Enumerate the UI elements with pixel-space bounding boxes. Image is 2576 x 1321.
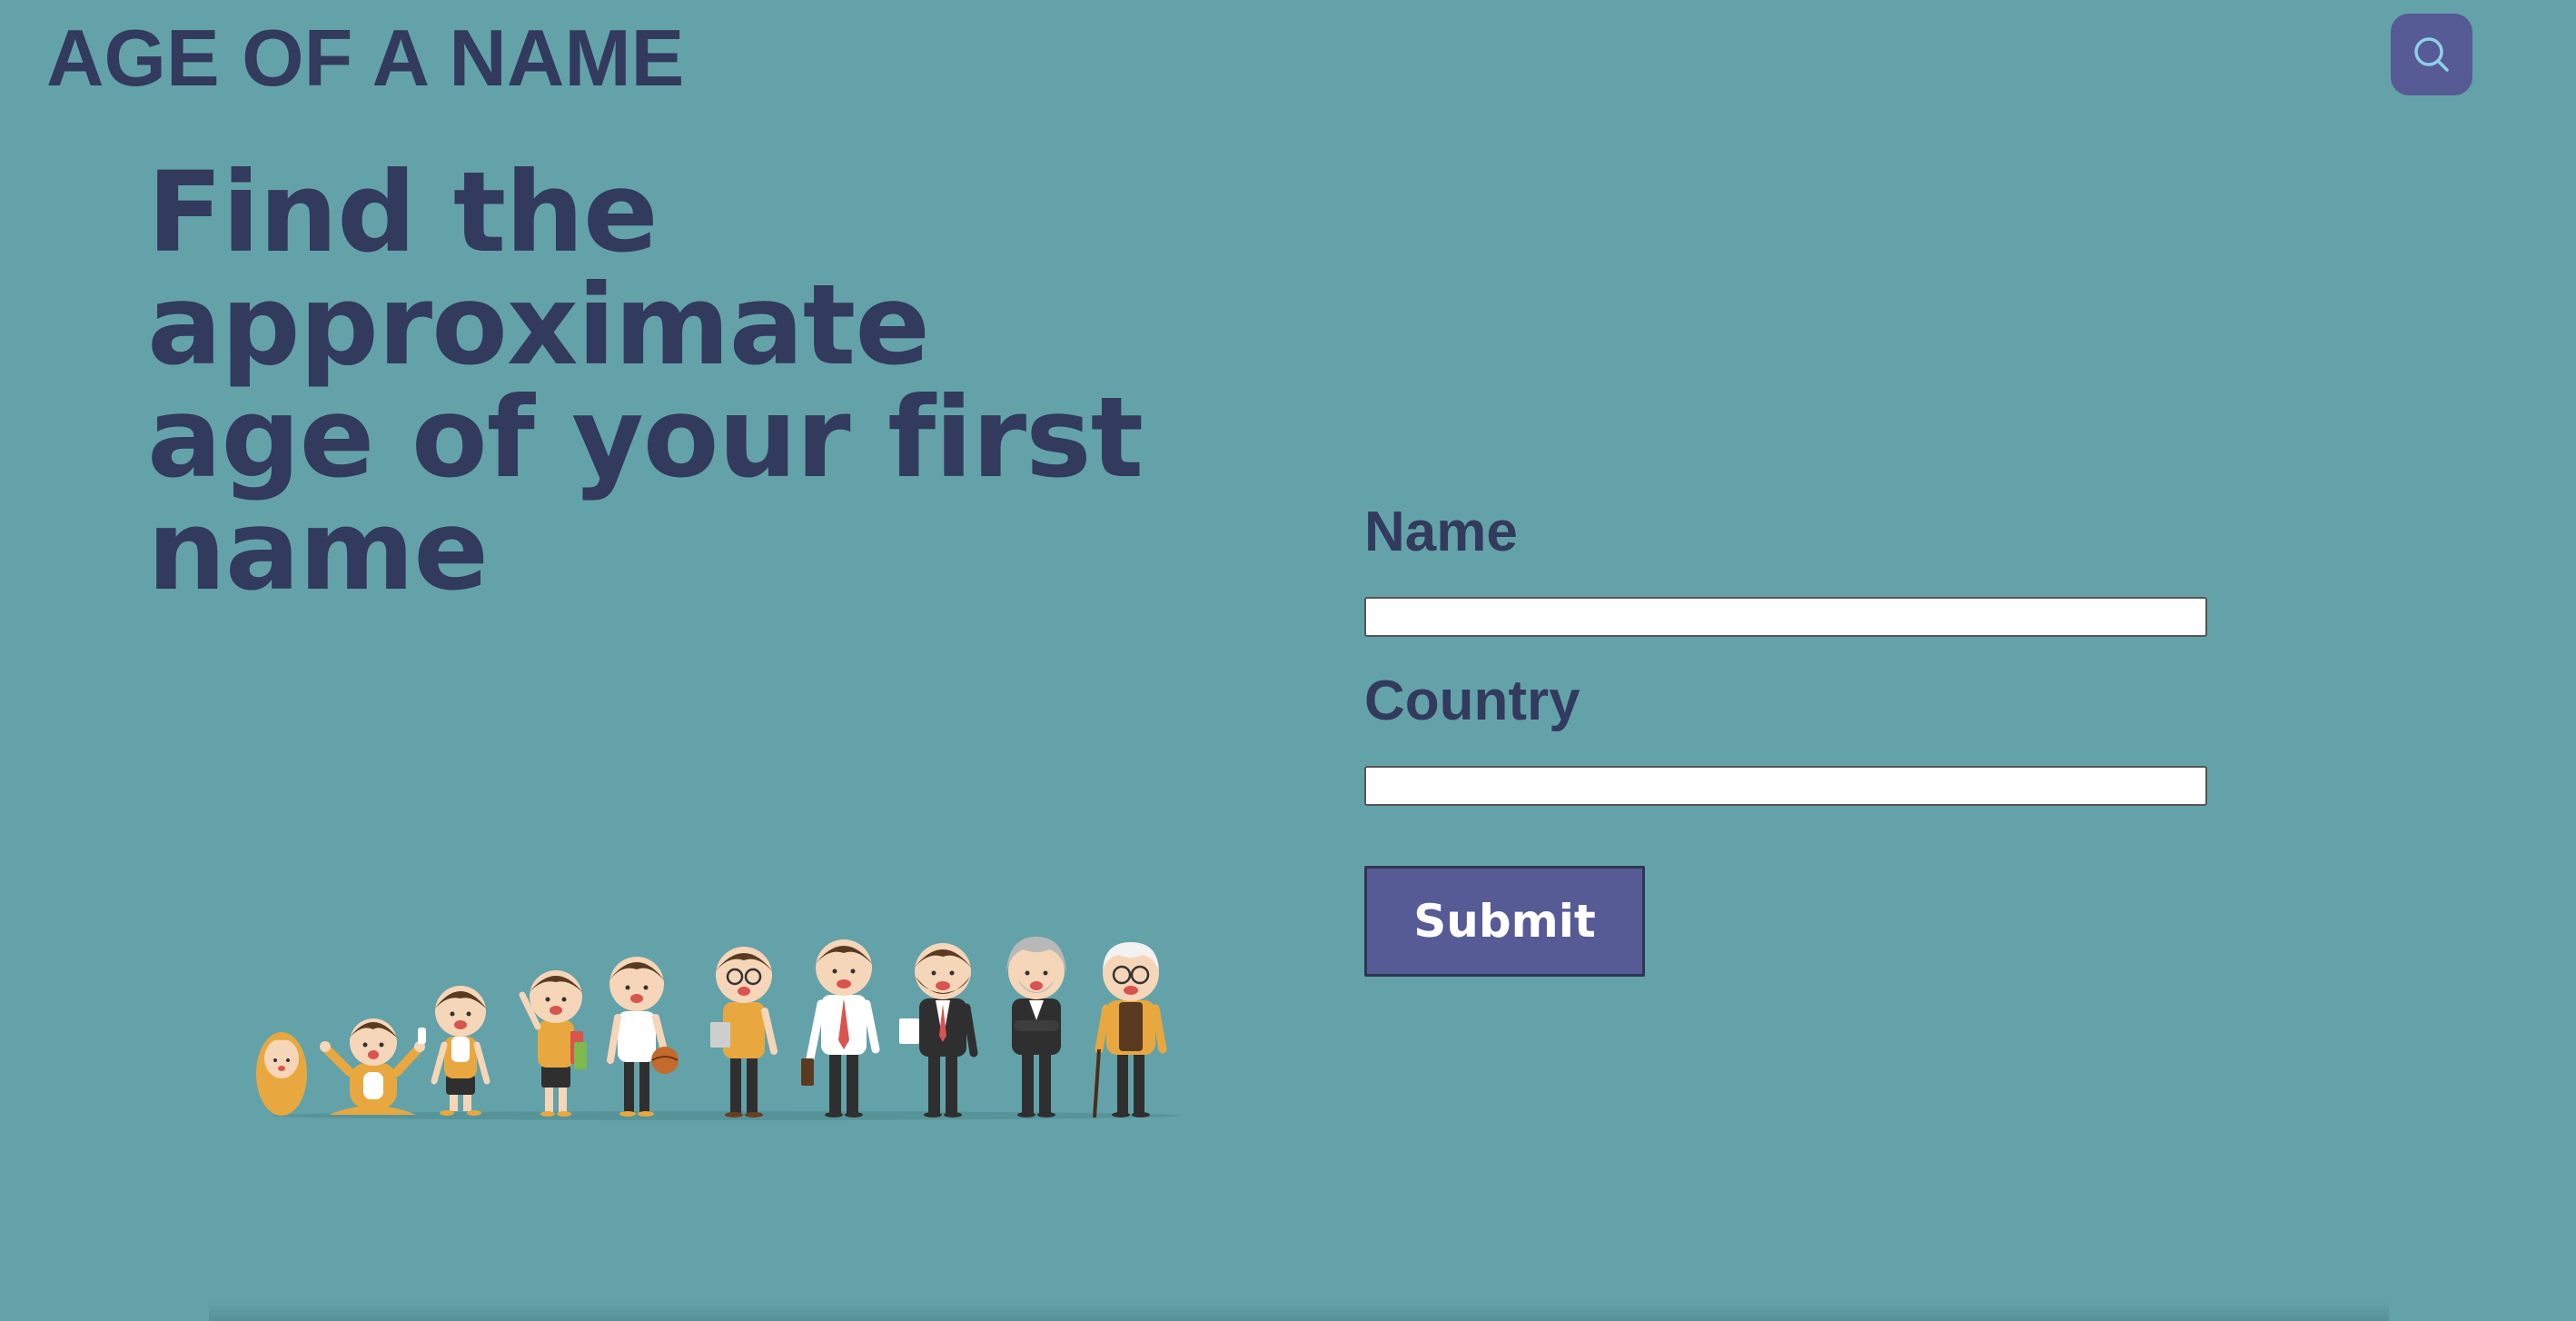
hero-headline: Find the approximate age of your first n… bbox=[147, 156, 1237, 607]
figure-toddler bbox=[431, 986, 490, 1116]
name-label: Name bbox=[1364, 501, 1518, 563]
headline-line: approximate bbox=[147, 261, 930, 390]
figure-elderly bbox=[1093, 942, 1167, 1118]
country-input[interactable] bbox=[1364, 766, 2207, 806]
figure-teen bbox=[607, 957, 679, 1117]
headline-line: name bbox=[147, 486, 489, 615]
headline-line: Find the bbox=[147, 148, 659, 277]
figure-middle-aged bbox=[899, 943, 978, 1117]
figure-adult bbox=[801, 939, 880, 1117]
figure-student bbox=[710, 947, 778, 1117]
headline-line: age of your first bbox=[147, 373, 1144, 502]
search-icon bbox=[2414, 37, 2449, 72]
figure-baby bbox=[256, 1032, 307, 1116]
name-input[interactable] bbox=[1364, 597, 2207, 637]
figure-infant bbox=[320, 1018, 426, 1115]
age-progression-illustration bbox=[256, 937, 1181, 1120]
figure-child bbox=[519, 970, 587, 1117]
search-button[interactable] bbox=[2391, 14, 2472, 95]
figure-senior bbox=[1006, 937, 1066, 1117]
site-title[interactable]: AGE OF A NAME bbox=[46, 13, 684, 104]
page-bottom-shadow bbox=[209, 1301, 2389, 1321]
country-label: Country bbox=[1364, 670, 1580, 732]
submit-button[interactable]: Submit bbox=[1364, 866, 1645, 977]
